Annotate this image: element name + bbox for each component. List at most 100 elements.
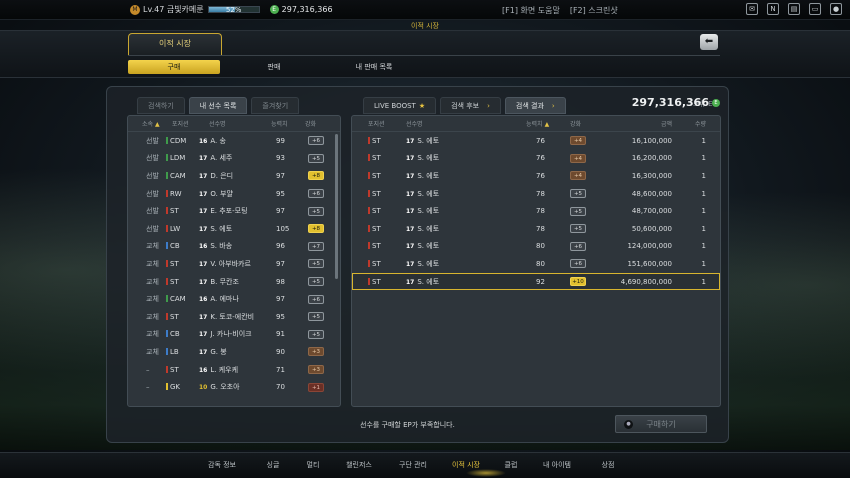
position-color-marker [368, 189, 370, 197]
back-button[interactable]: ⬅ [700, 34, 718, 50]
tab-search[interactable]: 검색하기 [137, 97, 185, 114]
player-row[interactable]: 교체 CB 17 J. 카나-비이크 91 +5 [128, 326, 340, 344]
player-row[interactable]: 선발 ST 17 E. 추포-모팅 97 +5 [128, 202, 340, 220]
position-cell: LDM [162, 154, 195, 162]
col-upgrade[interactable]: 강화 [297, 119, 327, 128]
name-cell: 17 B. 무칸조 [199, 277, 239, 286]
team-cell: 교체 [146, 312, 159, 321]
name-cell: 17 V. 아부바카르 [199, 259, 251, 268]
nav-item[interactable]: 감독 정보 [191, 460, 253, 470]
player-row[interactable]: 교체 ST 17 B. 무칸조 98 +5 [128, 273, 340, 291]
result-row[interactable]: ST 17 S. 에토 80 +6 124,000,000 1 [352, 238, 720, 256]
team-cell: 교체 [146, 330, 159, 339]
overall-cell: 96 [276, 242, 285, 251]
col-price[interactable]: 금액 [596, 119, 672, 128]
tab-search-results[interactable]: 검색 결과 › [504, 97, 566, 114]
nav-item[interactable]: 싱글 [253, 460, 293, 470]
upgrade-badge: +6 [570, 259, 586, 269]
player-row[interactable]: – GK 10 G. 오초아 70 +1 [128, 378, 340, 396]
result-row[interactable]: ST 17 S. 에토 92 +10 4,690,800,000 1 [352, 272, 720, 291]
upgrade-cell: +6 [297, 136, 327, 146]
nav-item[interactable]: 내 아이템 [531, 460, 583, 470]
result-row[interactable]: ST 17 S. 에토 78 +5 48,700,000 1 [352, 202, 720, 220]
exp-progress-bar: 52% [207, 6, 260, 14]
subtab-sell[interactable]: 판매 [228, 60, 320, 74]
overall-cell: 70 [276, 383, 285, 392]
upgrade-cell: +5 [297, 206, 327, 216]
season-icon: 17 [199, 331, 208, 339]
quantity-cell: 1 [701, 171, 706, 180]
name-cell: 17 S. 에토 [406, 171, 440, 180]
subtab-my-listings[interactable]: 내 판매 목록 [328, 60, 420, 74]
player-row[interactable]: 선발 CAM 17 D. 은디 97 +8 [128, 167, 340, 185]
tab-transfer-market[interactable]: 이적 시장 [128, 33, 222, 55]
price-cell: 4,690,800,000 [620, 277, 672, 286]
col-position[interactable]: 포지션 [162, 119, 195, 128]
chat-icon[interactable]: ▭ [809, 3, 821, 15]
upgrade-cell: +8 [297, 224, 327, 234]
tab-favorites[interactable]: 즐겨찾기 [251, 97, 300, 114]
overall-cell: 95 [276, 189, 285, 198]
subtab-buy[interactable]: 구매 [128, 60, 220, 74]
player-row[interactable]: – ST 16 L. 케우케 71 +3 [128, 361, 340, 379]
tab-my-players[interactable]: 내 선수 목록 [188, 97, 248, 114]
position-color-marker [166, 295, 168, 303]
team-cell: 교체 [146, 242, 159, 251]
screenshot-hotkey-link[interactable]: [F2] 스크린샷 [570, 5, 618, 16]
position-color-marker [368, 242, 370, 250]
buy-button[interactable]: ● 구매하기 [615, 415, 707, 433]
result-row[interactable]: ST 17 S. 에토 76 +4 16,300,000 1 [352, 167, 720, 185]
season-icon: 17 [406, 260, 415, 268]
player-row[interactable]: 교체 CAM 16 A. 에마나 97 +6 [128, 290, 340, 308]
player-row[interactable]: 교체 LB 17 G. 봉 90 +3 [128, 343, 340, 361]
player-row[interactable]: 교체 CB 16 S. 바송 96 +7 [128, 238, 340, 256]
upgrade-badge: +10 [570, 277, 586, 287]
upgrade-cell: +6 [297, 189, 327, 199]
exp-percent: 52% [225, 6, 242, 14]
tab-live-boost[interactable]: LIVE BOOST ★ [363, 97, 437, 114]
position-cell: ST [162, 365, 195, 374]
position-color-marker [166, 171, 168, 179]
col-team[interactable]: 소속 ▲ [128, 119, 162, 128]
profile-icon[interactable]: ● [830, 3, 842, 15]
nav-item[interactable]: 클럽 [491, 460, 531, 470]
mail-icon[interactable]: ✉ [746, 3, 758, 15]
ep-coin-icon: E [712, 99, 720, 107]
season-icon: 17 [406, 225, 415, 233]
result-row[interactable]: ST 17 S. 에토 78 +5 48,600,000 1 [352, 185, 720, 203]
tab-search-candidates[interactable]: 검색 후보 › [440, 97, 501, 114]
player-list-scrollbar[interactable] [335, 134, 338, 279]
nav-item[interactable]: 구단 관리 [385, 460, 441, 470]
col-name[interactable]: 선수명 [402, 119, 526, 128]
result-row[interactable]: ST 17 S. 에토 76 +4 16,100,000 1 [352, 132, 720, 150]
notification-icon[interactable]: N [767, 3, 779, 15]
upgrade-cell: +5 [297, 277, 327, 287]
result-row[interactable]: ST 17 S. 에토 80 +6 151,600,000 1 [352, 255, 720, 273]
col-name[interactable]: 선수명 [195, 119, 267, 128]
col-quantity[interactable]: 수량 [672, 119, 706, 128]
col-position[interactable]: 포지션 [352, 119, 402, 128]
result-row[interactable]: ST 17 S. 에토 76 +4 16,200,000 1 [352, 150, 720, 168]
player-row[interactable]: 선발 LW 17 S. 에토 105 +8 [128, 220, 340, 238]
player-row[interactable]: 선발 RW 17 O. 부얄 95 +6 [128, 185, 340, 203]
name-cell: 17 S. 에토 [406, 277, 440, 286]
player-row[interactable]: 선발 CDM 16 A. 송 99 +6 [128, 132, 340, 150]
overall-cell: 80 [536, 242, 545, 251]
position-cell: ST [162, 259, 195, 268]
calendar-icon[interactable]: ▤ [788, 3, 800, 15]
player-row[interactable]: 선발 LDM 17 A. 세주 93 +5 [128, 150, 340, 168]
col-upgrade[interactable]: 강화 [566, 119, 596, 128]
col-overall[interactable]: 능력치 [267, 119, 297, 128]
nav-item[interactable]: 멀티 [293, 460, 333, 470]
nav-item[interactable]: 상점 [583, 460, 633, 470]
col-overall[interactable]: 능력치 ▲ [526, 119, 566, 128]
nav-item[interactable]: 이적 시장 [441, 460, 491, 470]
player-row[interactable]: 교체 ST 17 K. 토코-에칸비 95 +5 [128, 308, 340, 326]
result-row[interactable]: ST 17 S. 에토 78 +5 50,600,000 1 [352, 220, 720, 238]
upgrade-cell: +5 [297, 312, 327, 322]
player-row[interactable]: 교체 ST 17 V. 아부바카르 97 +5 [128, 255, 340, 273]
header-band: 이적 시장 ⬅ 구매 판매 내 판매 목록 [0, 30, 850, 78]
nav-item[interactable]: 챌린저스 [333, 460, 385, 470]
help-hotkey-link[interactable]: [F1] 화면 도움말 [502, 5, 560, 16]
overall-cell: 98 [276, 277, 285, 286]
